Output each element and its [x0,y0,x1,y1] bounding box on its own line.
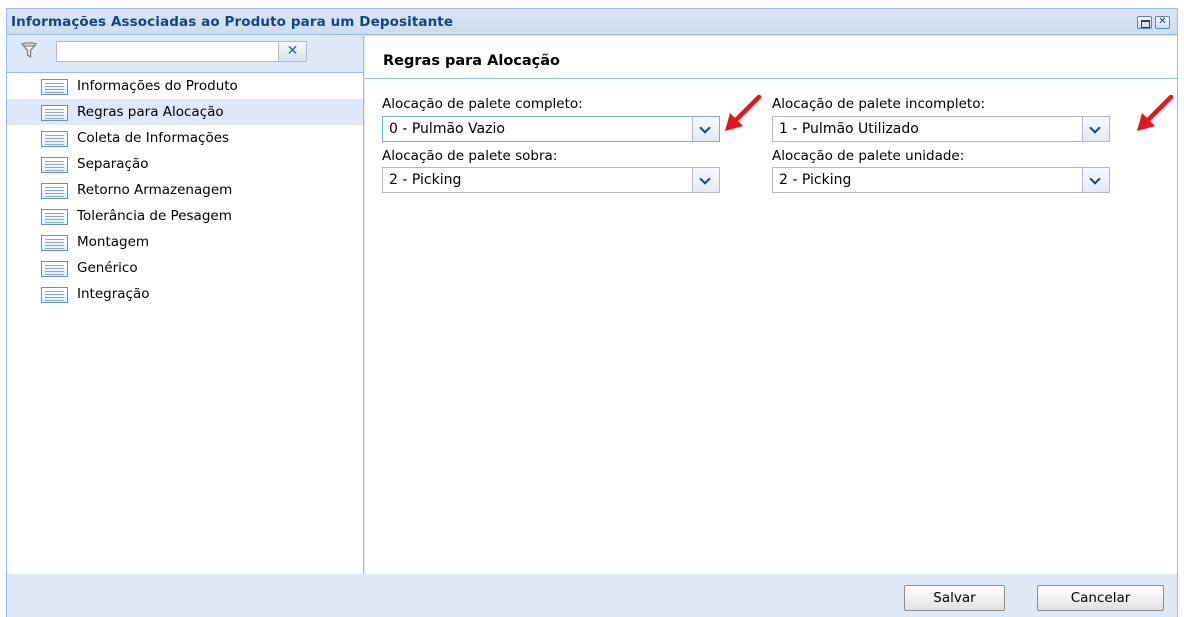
nav-item-label: Informações do Produto [77,78,238,94]
nav-item-tolerancia-pesagem[interactable]: Tolerância de Pesagem [7,203,363,229]
list-doc-icon [41,79,68,95]
left-panel: ✕ Informações do Produto Regras para Alo… [7,36,364,574]
palete-completo-select[interactable]: 0 - Pulmão Vazio [382,116,720,142]
window-titlebar[interactable]: Informações Associadas ao Produto para u… [7,9,1177,35]
close-icon[interactable]: ✕ [1155,16,1170,29]
palete-completo-value: 0 - Pulmão Vazio [389,121,505,137]
list-doc-icon [41,157,68,173]
right-panel: Regras para Alocação Alocação de palete … [365,36,1177,574]
nav-item-label: Retorno Armazenagem [77,182,233,198]
panel-title: Regras para Alocação [383,53,561,69]
nav-item-label: Integração [77,286,150,302]
panel-header: Regras para Alocação [365,36,1177,79]
palete-sobra-select[interactable]: 2 - Picking [382,167,720,193]
list-doc-icon [41,105,68,121]
nav-item-montagem[interactable]: Montagem [7,229,363,255]
nav-item-label: Coleta de Informações [77,130,230,146]
cancel-button[interactable]: Cancelar [1037,585,1164,611]
list-doc-icon [41,131,68,147]
list-doc-icon [41,261,68,277]
nav-item-label: Genérico [77,260,138,276]
nav-item-informacoes-produto[interactable]: Informações do Produto [7,73,363,99]
nav-item-generico[interactable]: Genérico [7,255,363,281]
filter-icon [21,42,37,59]
maximize-icon[interactable] [1137,16,1152,29]
palete-completo-label: Alocação de palete completo: [382,96,583,112]
annotation-arrow-icon [725,94,762,131]
palete-incompleto-label: Alocação de palete incompleto: [772,96,986,112]
palete-incompleto-select[interactable]: 1 - Pulmão Utilizado [772,116,1110,142]
filter-bar: ✕ [7,36,363,73]
list-doc-icon [41,287,68,303]
nav-item-regras-alocacao[interactable]: Regras para Alocação [7,99,363,125]
window-title: Informações Associadas ao Produto para u… [11,14,454,30]
nav-item-label: Montagem [77,234,150,250]
product-info-window: Informações Associadas ao Produto para u… [6,8,1178,617]
filter-input[interactable] [56,41,279,62]
list-doc-icon [41,209,68,225]
clear-filter-button[interactable]: ✕ [279,41,307,62]
chevron-down-icon[interactable] [1082,117,1109,141]
nav-item-coleta-informacoes[interactable]: Coleta de Informações [7,125,363,151]
palete-unidade-label: Alocação de palete unidade: [772,148,965,164]
palete-unidade-select[interactable]: 2 - Picking [772,167,1110,193]
nav-item-separacao[interactable]: Separação [7,151,363,177]
palete-incompleto-value: 1 - Pulmão Utilizado [779,121,919,137]
chevron-down-icon[interactable] [1082,168,1109,192]
palete-sobra-label: Alocação de palete sobra: [382,148,558,164]
nav-item-integracao[interactable]: Integração [7,281,363,307]
dialog-footer: Salvar Cancelar [7,575,1177,617]
annotation-arrow-icon [1137,94,1174,131]
nav-item-label: Tolerância de Pesagem [77,208,232,224]
list-doc-icon [41,183,68,199]
chevron-down-icon[interactable] [692,168,719,192]
palete-unidade-value: 2 - Picking [779,172,852,188]
nav-item-label: Regras para Alocação [77,104,224,120]
chevron-down-icon[interactable] [692,117,719,141]
palete-sobra-value: 2 - Picking [389,172,462,188]
list-doc-icon [41,235,68,251]
nav-item-retorno-armazenagem[interactable]: Retorno Armazenagem [7,177,363,203]
nav-list: Informações do Produto Regras para Aloca… [7,73,363,307]
save-button[interactable]: Salvar [904,585,1005,611]
nav-item-label: Separação [77,156,149,172]
